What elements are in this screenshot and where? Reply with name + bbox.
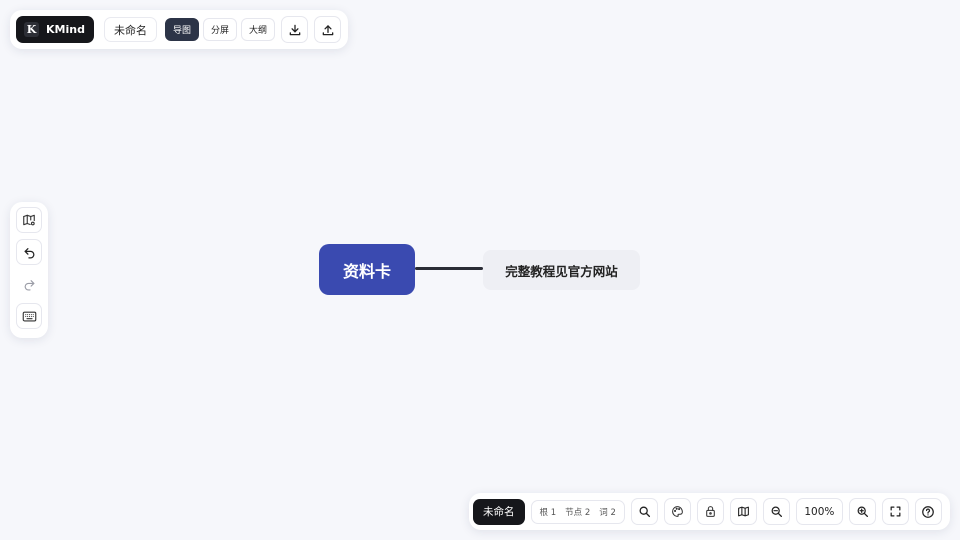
document-title[interactable]: 未命名 (103, 17, 157, 42)
theme-palette-icon (671, 505, 684, 518)
download-button[interactable] (281, 16, 308, 43)
help-icon (921, 505, 935, 519)
node-connector-line (415, 267, 483, 270)
zoom-out-button[interactable] (762, 498, 790, 525)
kmind-logo-icon: K (24, 22, 39, 37)
view-mode-tabs: 导图 分屏 大纲 (164, 18, 275, 41)
tab-outline[interactable]: 大纲 (240, 18, 275, 41)
undo-icon (23, 246, 36, 259)
redo-icon (23, 278, 36, 291)
undo-button[interactable] (16, 239, 42, 265)
zoom-out-icon (770, 505, 783, 518)
left-toolbar (10, 202, 48, 338)
root-count: 根 1 (539, 507, 557, 518)
brand-button[interactable]: K KMind (16, 16, 94, 43)
fullscreen-icon (889, 505, 902, 518)
tab-split[interactable]: 分屏 (202, 18, 237, 41)
keyboard-shortcuts-button[interactable] (16, 303, 42, 329)
help-button[interactable] (914, 498, 942, 525)
child-node[interactable]: 完整教程见官方网站 (483, 250, 640, 290)
document-name-button[interactable]: 未命名 (473, 498, 525, 525)
tab-mindmap[interactable]: 导图 (164, 18, 199, 41)
brand-name: KMind (46, 23, 85, 36)
lock-button[interactable] (696, 498, 724, 525)
bottom-toolbar: 未命名 根 1 节点 2 词 2 100% (469, 493, 950, 530)
search-button[interactable] (630, 498, 658, 525)
minimap-button[interactable] (729, 498, 757, 525)
map-settings-icon (22, 213, 36, 227)
download-icon (288, 23, 302, 37)
theme-button[interactable] (663, 498, 691, 525)
fullscreen-button[interactable] (881, 498, 909, 525)
root-node[interactable]: 资料卡 (319, 244, 415, 295)
zoom-in-icon (856, 505, 869, 518)
upload-icon (321, 23, 335, 37)
node-count: 节点 2 (565, 507, 591, 518)
word-count: 词 2 (599, 507, 616, 518)
lock-icon (704, 505, 717, 518)
top-toolbar: K KMind 未命名 导图 分屏 大纲 (10, 10, 348, 49)
upload-button[interactable] (314, 16, 341, 43)
zoom-level[interactable]: 100% (795, 498, 843, 525)
search-icon (638, 505, 651, 518)
keyboard-icon (22, 310, 37, 323)
map-icon (737, 505, 750, 518)
redo-button[interactable] (16, 271, 42, 297)
document-stats: 根 1 节点 2 词 2 (530, 499, 625, 524)
zoom-in-button[interactable] (848, 498, 876, 525)
map-settings-button[interactable] (16, 207, 42, 233)
